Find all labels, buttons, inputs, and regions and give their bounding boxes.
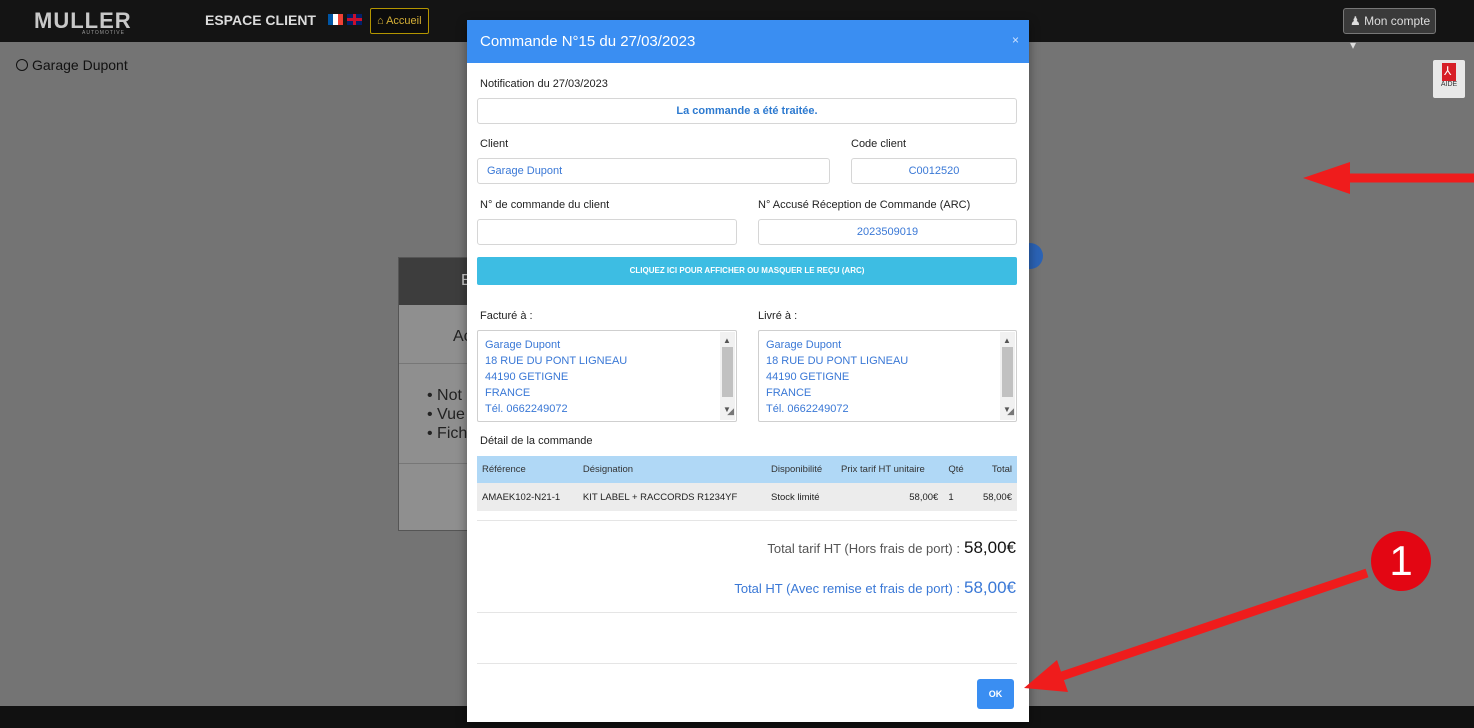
help-pdf-button[interactable]: AIDE (1433, 60, 1465, 98)
caret-down-icon: ▾ (1350, 38, 1357, 52)
total-ht-line: Total HT (Avec remise et frais de port) … (734, 578, 1016, 598)
total-ht-label: Total HT (Avec remise et frais de port) … (734, 581, 960, 596)
user-circle-icon (16, 59, 28, 71)
arrow-to-ok-button (1024, 568, 1369, 692)
address-line: Tél. 0662249072 (485, 403, 568, 415)
total-tarif-value: 58,00€ (964, 538, 1016, 557)
address-line: 18 RUE DU PONT LIGNEAU (485, 355, 628, 367)
notification-field: La commande a été traitée. (477, 98, 1017, 124)
client-field[interactable]: Garage Dupont (477, 158, 830, 184)
home-button-label: Accueil (386, 15, 422, 27)
muller-logo[interactable]: MULLER AUTOMOTIVE (34, 8, 140, 36)
modal-title: Commande N°15 du 27/03/2023 (480, 33, 696, 50)
address-line: Garage Dupont (485, 339, 561, 351)
address-line: FRANCE (766, 387, 812, 399)
client-code-field[interactable]: C0012520 (851, 158, 1017, 184)
scroll-thumb[interactable] (722, 347, 733, 397)
home-button[interactable]: ⌂ Accueil (370, 8, 429, 34)
arc-number-label: N° Accusé Réception de Commande (ARC) (758, 199, 971, 211)
order-number-field[interactable] (477, 219, 737, 245)
list-item: Not (427, 386, 467, 405)
column-header: Total (972, 456, 1017, 483)
espace-client-title: ESPACE CLIENT (205, 12, 316, 28)
column-header: Disponibilité (765, 456, 837, 483)
total-tarif-label: Total tarif HT (Hors frais de port) : (767, 541, 960, 556)
column-header: Désignation (577, 456, 766, 483)
list-item: Vue (427, 405, 467, 424)
total-tarif-line: Total tarif HT (Hors frais de port) : 58,… (767, 538, 1016, 558)
toggle-receipt-button[interactable]: CLIQUEZ ICI POUR AFFICHER OU MASQUER LE … (477, 257, 1017, 285)
column-header: Qté (943, 456, 973, 483)
address-line: 44190 GETIGNE (766, 371, 850, 383)
help-label: AIDE (1440, 81, 1458, 88)
home-icon: ⌂ (377, 15, 387, 27)
user-name: Garage Dupont (32, 57, 128, 73)
notification-label: Notification du 27/03/2023 (480, 78, 608, 90)
logo-subtitle: AUTOMOTIVE (82, 30, 125, 36)
account-label: Mon compte (1364, 14, 1431, 28)
scroll-thumb[interactable] (1002, 347, 1013, 397)
cell-unit-price: 58,00€ (836, 483, 944, 511)
step-number-badge: 1 (1371, 531, 1431, 591)
address-line: 18 RUE DU PONT LIGNEAU (766, 355, 909, 367)
background-card-list: Not Vue Fich (427, 386, 467, 443)
column-header: Prix tarif HT unitaire (836, 456, 944, 483)
address-line: FRANCE (485, 387, 531, 399)
order-detail-label: Détail de la commande (480, 435, 593, 447)
account-dropdown-button[interactable]: ♟ Mon compte ▾ (1343, 8, 1436, 52)
resize-handle-icon[interactable]: ◢ (1007, 403, 1014, 419)
background-card: E Ac Not Vue Fich (398, 257, 479, 531)
cell-reference: AMAEK102-N21-1 (477, 483, 578, 511)
divider (477, 520, 1017, 521)
french-flag-icon[interactable] (328, 14, 343, 25)
table-header-row: Référence Désignation Disponibilité Prix… (477, 456, 1017, 483)
order-modal: Commande N°15 du 27/03/2023 × Notificati… (467, 20, 1029, 722)
ok-button[interactable]: OK (977, 679, 1014, 709)
uk-flag-icon[interactable] (347, 14, 362, 25)
user-icon: ♟ (1350, 14, 1361, 28)
billed-to-textarea[interactable]: Garage Dupont 18 RUE DU PONT LIGNEAU 441… (477, 330, 737, 422)
address-line: Tél. 0662249072 (766, 403, 849, 415)
close-icon[interactable]: × (1012, 33, 1019, 47)
address-line: Garage Dupont (766, 339, 842, 351)
total-ht-value: 58,00€ (964, 578, 1016, 597)
arrow-to-help-icon (1303, 162, 1474, 194)
divider (477, 612, 1017, 613)
cell-total: 58,00€ (972, 483, 1017, 511)
modal-header: Commande N°15 du 27/03/2023 × (467, 20, 1029, 63)
arc-number-field[interactable]: 2023509019 (758, 219, 1017, 245)
current-user: Garage Dupont (16, 57, 128, 73)
background-card-header: E (399, 258, 477, 305)
delivered-to-label: Livré à : (758, 310, 798, 322)
client-label: Client (480, 138, 509, 150)
order-detail-table: Référence Désignation Disponibilité Prix… (477, 456, 1017, 511)
pdf-icon (1442, 63, 1456, 81)
address-line: 44190 GETIGNE (485, 371, 569, 383)
resize-handle-icon[interactable]: ◢ (727, 403, 734, 419)
cell-quantity: 1 (943, 483, 973, 511)
column-header: Référence (477, 456, 578, 483)
delivered-to-textarea[interactable]: Garage Dupont 18 RUE DU PONT LIGNEAU 441… (758, 330, 1017, 422)
client-code-label: Code client (851, 138, 907, 150)
cell-designation: KIT LABEL + RACCORDS R1234YF (577, 483, 766, 511)
order-number-label: N° de commande du client (480, 199, 610, 211)
divider (477, 663, 1017, 664)
background-round-button (1029, 243, 1043, 269)
billed-to-label: Facturé à : (480, 310, 533, 322)
list-item: Fich (427, 424, 467, 443)
table-row: AMAEK102-N21-1 KIT LABEL + RACCORDS R123… (477, 483, 1017, 511)
cell-availability: Stock limité (765, 483, 837, 511)
